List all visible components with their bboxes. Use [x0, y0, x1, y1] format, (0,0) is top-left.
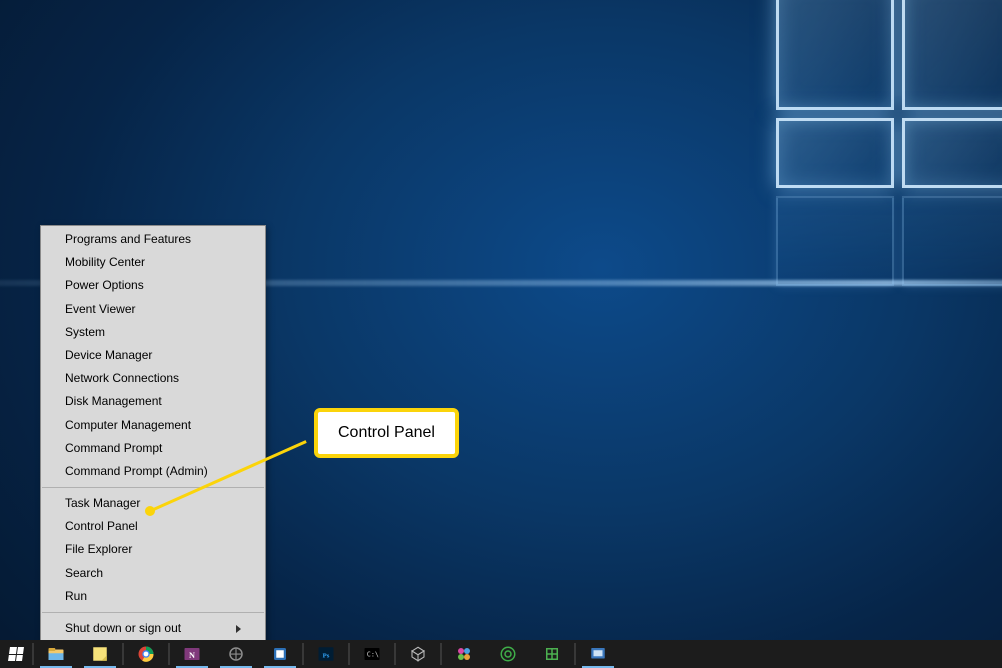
- menu-item-computer-management[interactable]: Computer Management: [41, 414, 265, 437]
- sticky-notes-icon: [91, 645, 109, 663]
- taskbar-item-file-explorer[interactable]: [34, 640, 78, 668]
- menu-item-system[interactable]: System: [41, 321, 265, 344]
- menu-separator: [42, 487, 264, 488]
- menu-item-event-viewer[interactable]: Event Viewer: [41, 298, 265, 321]
- menu-item-command-prompt[interactable]: Command Prompt: [41, 437, 265, 460]
- svg-text:C:\: C:\: [367, 650, 379, 658]
- winx-context-menu: Programs and Features Mobility Center Po…: [40, 225, 266, 666]
- menu-separator: [42, 612, 264, 613]
- taskbar-item-chrome[interactable]: [124, 640, 168, 668]
- taskbar-item-app[interactable]: [576, 640, 620, 668]
- app-icon: [589, 645, 607, 663]
- annotation-callout: Control Panel: [314, 408, 459, 458]
- svg-text:Ps: Ps: [323, 652, 330, 659]
- app-icon: [227, 645, 245, 663]
- app-icon: [455, 645, 473, 663]
- menu-item-search[interactable]: Search: [41, 562, 265, 585]
- menu-item-power-options[interactable]: Power Options: [41, 274, 265, 297]
- menu-item-command-prompt-admin[interactable]: Command Prompt (Admin): [41, 460, 265, 483]
- menu-item-programs-and-features[interactable]: Programs and Features: [41, 228, 265, 251]
- photoshop-icon: Ps: [317, 645, 335, 663]
- taskbar-item-app[interactable]: [442, 640, 486, 668]
- app-icon: [271, 645, 289, 663]
- menu-item-device-manager[interactable]: Device Manager: [41, 344, 265, 367]
- menu-item-file-explorer[interactable]: File Explorer: [41, 538, 265, 561]
- app-icon: [543, 645, 561, 663]
- cube-icon: [409, 645, 427, 663]
- taskbar: N Ps C:\: [0, 640, 1002, 668]
- taskbar-item-sticky-notes[interactable]: [78, 640, 122, 668]
- chevron-right-icon: [236, 625, 241, 633]
- menu-item-control-panel[interactable]: Control Panel: [41, 515, 265, 538]
- taskbar-item-app[interactable]: [214, 640, 258, 668]
- chrome-icon: [137, 645, 155, 663]
- annotation-label: Control Panel: [314, 408, 459, 458]
- file-explorer-icon: [47, 645, 65, 663]
- onenote-icon: N: [183, 645, 201, 663]
- svg-text:N: N: [189, 651, 195, 660]
- menu-item-disk-management[interactable]: Disk Management: [41, 390, 265, 413]
- taskbar-item-app[interactable]: [486, 640, 530, 668]
- taskbar-item-app[interactable]: [258, 640, 302, 668]
- taskbar-item-onenote[interactable]: N: [170, 640, 214, 668]
- taskbar-item-app[interactable]: [530, 640, 574, 668]
- menu-item-mobility-center[interactable]: Mobility Center: [41, 251, 265, 274]
- annotation-target-dot: [145, 506, 155, 516]
- menu-item-shut-down-or-sign-out[interactable]: Shut down or sign out: [41, 617, 265, 640]
- taskbar-item-command-prompt[interactable]: C:\: [350, 640, 394, 668]
- windows-logo-icon: [8, 647, 24, 661]
- start-button[interactable]: [0, 640, 32, 668]
- taskbar-item-app[interactable]: [396, 640, 440, 668]
- app-icon: [499, 645, 517, 663]
- menu-item-run[interactable]: Run: [41, 585, 265, 608]
- menu-item-network-connections[interactable]: Network Connections: [41, 367, 265, 390]
- taskbar-item-photoshop[interactable]: Ps: [304, 640, 348, 668]
- command-prompt-icon: C:\: [363, 645, 381, 663]
